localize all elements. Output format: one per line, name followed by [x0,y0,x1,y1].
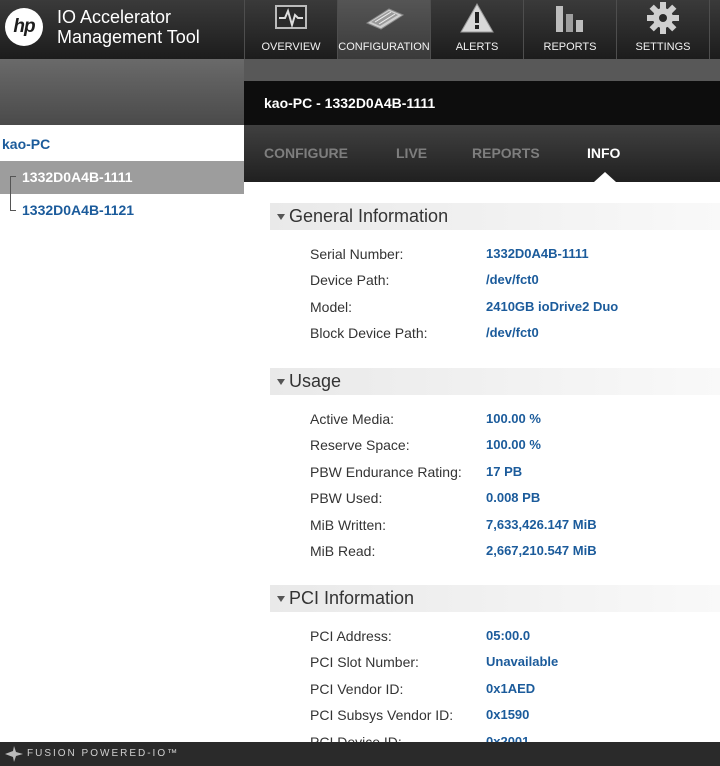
nav-alerts[interactable]: ALERTS [430,0,523,59]
info-value: /dev/fct0 [486,325,539,340]
device-title: kao-PC - 1332D0A4B-1111 [244,81,720,125]
active-tab-pointer [594,172,616,182]
device-tabs: CONFIGURE LIVE REPORTS INFO [244,125,720,182]
warning-triangle-icon [455,0,499,36]
nav-label: ALERTS [455,41,499,53]
section-title: PCI Information [289,588,415,608]
section-header[interactable]: PCI Information [270,585,720,612]
tree-connector [10,176,11,210]
info-value: 7,633,426.147 MiB [486,517,597,532]
info-content: General Information Serial Number: 1332D0… [244,182,720,742]
info-value: 0x1590 [486,707,530,722]
info-value: 100.00 % [486,411,541,426]
info-label: MiB Read: [310,543,376,559]
general-information-section: General Information Serial Number: 1332D0… [270,203,720,341]
tree-connector [10,210,16,211]
nav-label: CONFIGURATION [338,41,430,53]
info-value: /dev/fct0 [486,272,539,287]
info-value: 0.008 PB [486,490,541,505]
info-label: MiB Written: [310,517,386,533]
app-title-line2: Management Tool [57,27,200,47]
info-label: PBW Endurance Rating: [310,464,462,480]
collapse-arrow-icon [277,213,285,220]
section-header[interactable]: General Information [270,203,720,230]
info-label: Model: [310,299,353,315]
tab-live[interactable]: LIVE [396,145,427,161]
nav-label: OVERVIEW [261,41,321,53]
info-label: PCI Vendor ID: [310,681,404,697]
footer: FUSION POWERED-IO™ [0,742,720,766]
bar-chart-icon [548,0,592,36]
gear-icon [641,0,685,36]
pci-information-section: PCI Information PCI Address: 05:00.0 PCI … [270,585,720,742]
device-tree: kao-PC 1332D0A4B-1111 1332D0A4B-1121 [0,125,244,742]
info-value: 17 PB [486,464,523,479]
tree-host-node[interactable]: kao-PC [2,136,50,152]
right-panel-header [244,59,720,81]
usage-section: Usage Active Media: 100.00 % Reserve Spac… [270,368,720,559]
info-label: Device Path: [310,272,390,288]
monitor-pulse-icon [269,0,313,36]
info-value: 05:00.0 [486,628,531,643]
fusion-logo-icon [5,746,23,762]
tab-configure[interactable]: CONFIGURE [264,145,348,161]
hp-logo: hp [5,8,43,46]
tree-device-item[interactable]: 1332D0A4B-1111 [22,169,133,185]
info-label: PCI Slot Number: [310,654,419,670]
app-title: IO Accelerator Management Tool [57,7,200,47]
tab-reports[interactable]: REPORTS [472,145,540,161]
app-title-line1: IO Accelerator [57,7,172,27]
info-value: 0x2001 [486,734,530,742]
nav-configuration[interactable]: CONFIGURATION [337,0,430,59]
tree-device-item[interactable]: 1332D0A4B-1121 [22,202,134,218]
nav-reports[interactable]: REPORTS [523,0,616,59]
info-label: Serial Number: [310,246,404,262]
section-title: Usage [289,371,342,391]
collapse-arrow-icon [277,378,285,385]
info-label: PCI Subsys Vendor ID: [310,707,454,723]
info-label: PBW Used: [310,490,383,506]
info-value: 1332D0A4B-1111 [486,246,589,261]
info-label: Active Media: [310,411,395,427]
tree-connector [10,176,16,177]
nav-settings[interactable]: SETTINGS [616,0,709,59]
info-label: PCI Address: [310,628,392,644]
app-header: hp IO Accelerator Management Tool OVERVI… [0,0,720,59]
nav-overview[interactable]: OVERVIEW [244,0,337,59]
nav-divider [709,0,720,59]
info-value: Unavailable [486,654,559,669]
info-label: Block Device Path: [310,325,428,341]
info-value: 2,667,210.547 MiB [486,543,597,558]
footer-brand: FUSION POWERED-IO™ [27,748,180,759]
info-value: 0x1AED [486,681,536,696]
iodrive-card-icon [362,0,406,36]
info-label: PCI Device ID: [310,734,402,742]
section-title: General Information [289,206,449,226]
info-value: 2410GB ioDrive2 Duo [486,299,619,314]
nav-label: SETTINGS [635,41,691,53]
tab-info[interactable]: INFO [587,145,620,161]
main-nav: OVERVIEW CONFIGURATION ALERTS REPORTS SE… [244,0,720,59]
left-panel-header [0,59,244,125]
section-header[interactable]: Usage [270,368,720,395]
nav-label: REPORTS [543,41,597,53]
info-value: 100.00 % [486,437,541,452]
info-label: Reserve Space: [310,437,410,453]
collapse-arrow-icon [277,595,285,602]
